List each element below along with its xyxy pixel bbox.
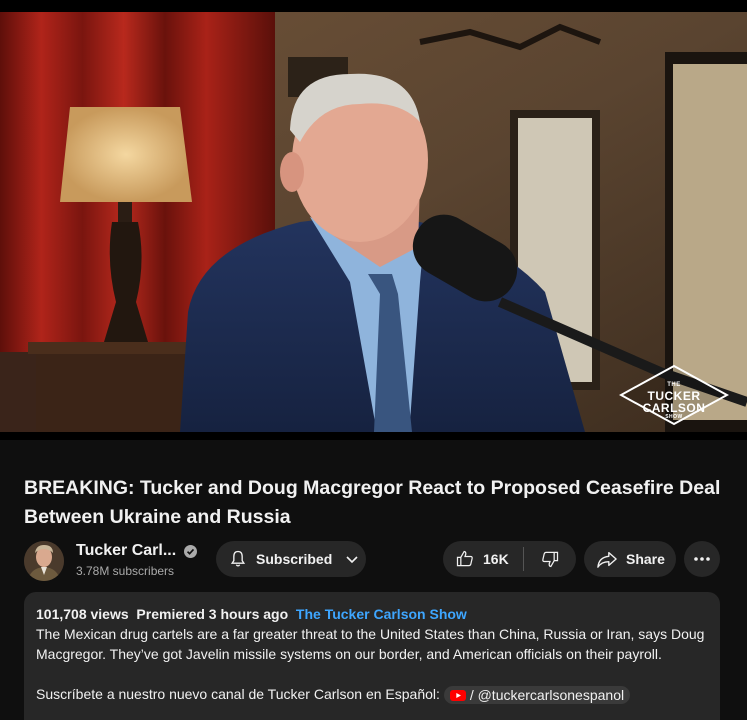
spanish-channel-handle: / @tuckercarlsonespanol <box>469 687 625 704</box>
spanish-prompt: Suscríbete a nuestro nuevo canal de Tuck… <box>36 686 440 702</box>
video-title: BREAKING: Tucker and Doug Macgregor Reac… <box>24 477 721 528</box>
spanish-channel-line: Suscríbete a nuestro nuevo canal de Tuck… <box>36 684 708 705</box>
avatar-image <box>24 541 64 581</box>
like-button[interactable]: 16K <box>443 541 523 577</box>
watermark-line-1: THE <box>667 382 681 388</box>
share-label: Share <box>626 551 665 567</box>
verified-check-icon <box>184 544 198 558</box>
subscribed-button[interactable]: Subscribed <box>216 541 366 577</box>
player-top-bar <box>0 0 747 12</box>
watermark-line-4: SHOW <box>665 414 683 420</box>
video-player[interactable]: THE TUCKER CARLSON SHOW <box>0 0 747 440</box>
show-logo-watermark: THE TUCKER CARLSON SHOW <box>618 364 730 426</box>
like-count: 16K <box>483 551 509 567</box>
player-bottom-bar <box>0 432 747 440</box>
premiere-time: Premiered 3 hours ago <box>136 606 289 622</box>
thumbs-down-icon <box>542 551 559 568</box>
youtube-logo-icon <box>449 689 466 701</box>
thumbs-up-icon <box>456 550 473 567</box>
subscriber-count: 3.78M subscribers <box>76 564 175 578</box>
spanish-channel-link[interactable]: / @tuckercarlsonespanol <box>443 686 631 705</box>
video-frame[interactable]: THE TUCKER CARLSON SHOW <box>0 12 747 432</box>
description-body: The Mexican drug cartels are a far great… <box>36 626 705 662</box>
channel-name-group: Tucker Carl... <box>76 542 198 560</box>
dislike-button[interactable] <box>524 541 576 577</box>
chevron-down-icon <box>346 556 358 564</box>
description-meta: 101,708 views Premiered 3 hours ago The … <box>36 604 708 624</box>
view-count: 101,708 views <box>36 606 129 622</box>
watermark-line-3: CARLSON <box>642 401 706 415</box>
share-arrow-icon <box>597 551 617 568</box>
more-actions-button[interactable] <box>684 541 720 577</box>
description-box[interactable]: 101,708 views Premiered 3 hours ago The … <box>24 592 720 720</box>
channel-name[interactable]: Tucker Carl... <box>76 542 176 560</box>
channel-avatar[interactable] <box>24 541 64 581</box>
like-dislike-group: 16K <box>443 541 576 577</box>
more-horizontal-icon <box>694 557 710 561</box>
share-button[interactable]: Share <box>584 541 676 577</box>
bell-icon <box>230 550 246 567</box>
channel-tag-link[interactable]: The Tucker Carlson Show <box>296 606 467 622</box>
subscribed-label: Subscribed <box>256 551 333 567</box>
channel-row: Tucker Carl... 3.78M subscribers Subscri… <box>24 540 724 581</box>
